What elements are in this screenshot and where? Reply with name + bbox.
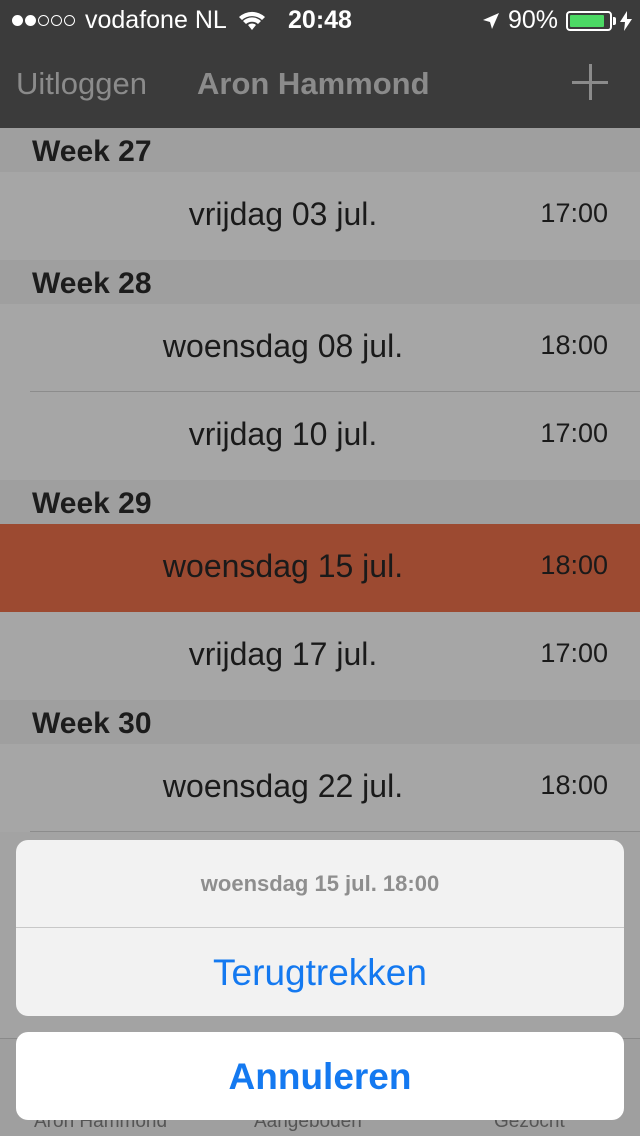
row-date: vrijdag 17 jul. [188,636,378,672]
row-date: vrijdag 10 jul. [188,416,378,452]
row-date: woensdag 22 jul. [162,768,404,804]
add-icon[interactable] [570,62,610,102]
list-item[interactable]: woensdag 22 jul. 18:00 [0,744,640,832]
row-time: 17:00 [540,418,608,448]
list-item[interactable]: vrijdag 03 jul. 17:00 [0,172,640,260]
battery-fill [570,14,604,27]
section-header-week-27: Week 27 [0,128,640,172]
row-time: 18:00 [540,770,608,800]
row-time: 18:00 [540,330,608,360]
row-date: vrijdag 03 jul. [188,196,378,232]
list-item[interactable]: vrijdag 10 jul. 17:00 [0,392,640,480]
charging-bolt-icon [620,10,632,31]
row-date: woensdag 08 jul. [162,328,404,364]
section-header-week-30: Week 30 [0,700,640,744]
battery-icon [566,10,612,31]
navigation-bar: Uitloggen Aron Hammond [0,40,640,128]
screen: vodafone NL 20:48 90% Uitloggen Aron Ham… [0,0,640,1136]
location-arrow-icon [482,12,499,29]
status-bar: vodafone NL 20:48 90% [0,0,640,40]
cancel-button[interactable]: Annuleren [16,1032,624,1120]
list-item[interactable]: vrijdag 17 jul. 17:00 [0,612,640,700]
row-time: 17:00 [540,198,608,228]
section-header-week-28: Week 28 [0,260,640,304]
row-date: woensdag 15 jul. [162,548,404,584]
page-title: Aron Hammond [197,66,430,101]
row-time: 17:00 [540,638,608,668]
battery-percent: 90% [507,6,558,34]
battery-tip [613,16,616,25]
row-time: 18:00 [540,550,608,580]
section-header-week-29: Week 29 [0,480,640,524]
list-item[interactable]: woensdag 08 jul. 18:00 [0,304,640,392]
list-item-selected[interactable]: woensdag 15 jul. 18:00 [0,524,640,612]
status-right: 90% [482,6,632,35]
action-sheet-title: woensdag 15 jul. 18:00 [16,840,624,928]
schedule-list: Week 27 vrijdag 03 jul. 17:00 Week 28 wo… [0,128,640,832]
withdraw-button[interactable]: Terugtrekken [16,928,624,1016]
action-sheet: woensdag 15 jul. 18:00 Terugtrekken [16,840,624,1016]
logout-button[interactable]: Uitloggen [16,66,147,102]
